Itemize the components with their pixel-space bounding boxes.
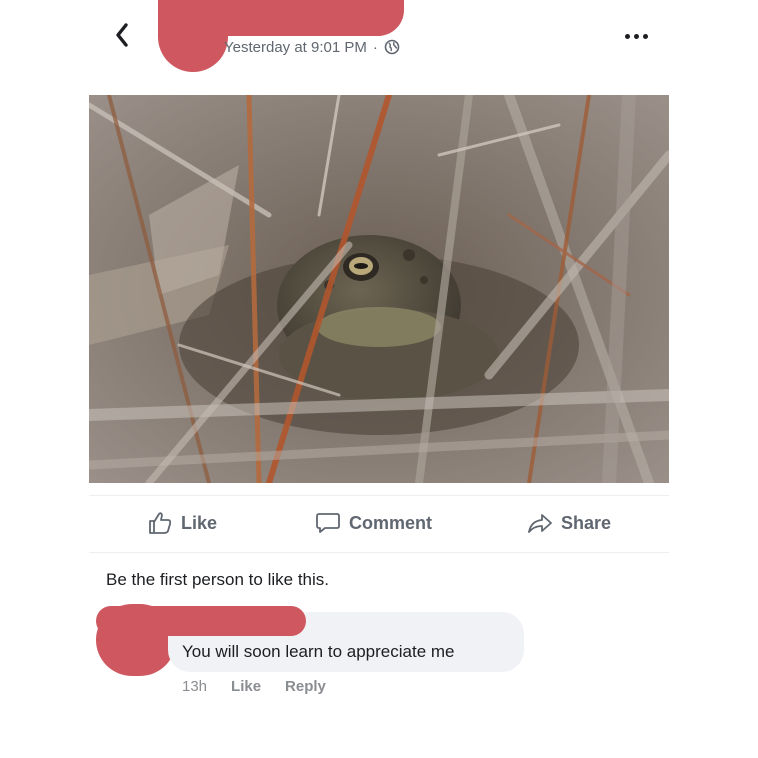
share-arrow-icon <box>528 514 552 533</box>
thumbs-up-icon <box>149 512 172 534</box>
comment-reply-link[interactable]: Reply <box>285 678 326 695</box>
back-button[interactable] <box>108 20 136 50</box>
like-label: Like <box>181 512 218 533</box>
comment-button[interactable]: Comment <box>315 510 432 536</box>
comment-like-link[interactable]: Like <box>231 678 261 695</box>
more-options-button[interactable] <box>618 28 654 44</box>
comment-text: You will soon learn to appreciate me <box>182 642 455 661</box>
comment-time: 13h <box>182 678 208 695</box>
redacted-commenter-name <box>96 606 306 636</box>
share-button[interactable]: Share <box>527 510 611 536</box>
chevron-left-icon <box>116 23 128 47</box>
redacted-author-name <box>158 0 404 36</box>
more-dot <box>624 33 630 39</box>
post-action-bar: Like Comment Share <box>89 495 669 553</box>
share-label: Share <box>561 512 612 533</box>
meta-separator: · <box>372 38 378 56</box>
post-photo-toad[interactable] <box>89 95 669 483</box>
globe-icon <box>384 39 400 55</box>
toad-in-grass-image <box>89 95 669 483</box>
more-dot <box>642 33 648 39</box>
more-dot <box>633 33 639 39</box>
post-timestamp[interactable]: Yesterday at 9:01 PM <box>224 39 367 56</box>
speech-bubble-icon <box>316 513 340 533</box>
likes-summary: Be the first person to like this. <box>106 570 329 589</box>
post-header: Yesterday at 9:01 PM · <box>0 0 758 90</box>
comment-meta: 13h Like Reply <box>182 678 326 695</box>
post-meta: Yesterday at 9:01 PM · <box>224 37 400 57</box>
comment-label: Comment <box>349 512 433 533</box>
like-button[interactable]: Like <box>147 510 217 536</box>
